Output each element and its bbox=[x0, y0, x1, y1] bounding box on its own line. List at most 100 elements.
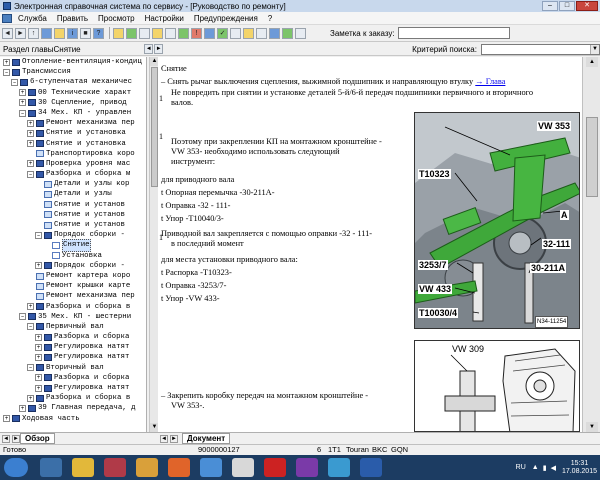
expand-icon[interactable]: + bbox=[27, 129, 34, 137]
tree-item[interactable]: + Снятие и установка bbox=[0, 128, 146, 138]
collapse-icon[interactable]: – bbox=[19, 313, 26, 321]
tree-item[interactable]: Ремонт механизма пер bbox=[0, 291, 146, 301]
tree-item[interactable]: + Порядок сборки - bbox=[0, 261, 146, 271]
taskbar-app-7[interactable] bbox=[328, 458, 350, 477]
order-note-input[interactable] bbox=[397, 27, 510, 39]
tree-item[interactable]: – Трансмиссия bbox=[0, 67, 146, 77]
tree-item[interactable]: – 34 Мех. КП - управлен bbox=[0, 108, 146, 118]
forward-icon[interactable]: ► bbox=[15, 27, 26, 39]
tree-item[interactable]: Снятие bbox=[0, 239, 146, 252]
search-icon[interactable] bbox=[230, 27, 241, 39]
collapse-icon[interactable]: – bbox=[27, 364, 34, 372]
tree-item[interactable]: + Ремонт механизма пер bbox=[0, 118, 146, 128]
tree-item[interactable]: – Разборка и сборка м bbox=[0, 169, 146, 179]
expand-icon[interactable]: + bbox=[35, 262, 42, 270]
star-icon[interactable] bbox=[243, 27, 254, 39]
tree-scrollbar[interactable]: ▲ ▼ bbox=[149, 57, 159, 432]
tree-item[interactable]: +30 Сцепление, привод bbox=[0, 98, 146, 108]
document-scroll-thumb[interactable] bbox=[586, 117, 598, 197]
expand-icon[interactable]: + bbox=[35, 354, 42, 362]
check-icon[interactable]: ✓ bbox=[217, 27, 228, 39]
expand-icon[interactable]: + bbox=[19, 99, 26, 107]
expand-icon[interactable]: + bbox=[19, 89, 26, 97]
tree-item[interactable]: – 35 Мех. КП - шестерни bbox=[0, 312, 146, 322]
collapse-icon[interactable]: – bbox=[3, 68, 10, 76]
menu-service[interactable]: Служба bbox=[13, 14, 52, 23]
expand-icon[interactable]: + bbox=[19, 404, 26, 412]
expand-icon[interactable]: + bbox=[35, 343, 42, 351]
tree-item[interactable]: + Регулировка натят bbox=[0, 383, 146, 393]
tool-icon[interactable] bbox=[178, 27, 189, 39]
info-icon[interactable]: i bbox=[67, 27, 78, 39]
tree-item[interactable]: +00 Технические характ bbox=[0, 88, 146, 98]
tree-item[interactable]: + Регулировка натят bbox=[0, 342, 146, 352]
collapse-icon[interactable]: – bbox=[11, 78, 18, 86]
alert-icon[interactable]: ! bbox=[191, 27, 202, 39]
note-icon[interactable] bbox=[152, 27, 163, 39]
expand-icon[interactable]: + bbox=[35, 384, 42, 392]
menu-warnings[interactable]: Предупреждения bbox=[189, 14, 263, 23]
taskbar-firefox[interactable] bbox=[168, 458, 190, 477]
tab-next-icon[interactable]: ► bbox=[170, 434, 178, 443]
tree-item[interactable]: + Ходовая часть bbox=[0, 414, 146, 424]
expand-icon[interactable]: + bbox=[27, 140, 34, 148]
up-icon[interactable]: ↑ bbox=[28, 27, 39, 39]
scroll-down-icon[interactable]: ▼ bbox=[586, 422, 598, 432]
collapse-icon[interactable]: – bbox=[35, 231, 42, 239]
tree-item[interactable]: +39 Главная передача, д bbox=[0, 403, 146, 413]
expand-icon[interactable]: + bbox=[3, 415, 10, 423]
tree-item[interactable]: Установка bbox=[0, 251, 146, 261]
maximize-button[interactable]: □ bbox=[559, 1, 575, 11]
menu-view[interactable]: Просмотр bbox=[93, 14, 140, 23]
tab-prev-icon[interactable]: ◄ bbox=[2, 434, 10, 443]
clock[interactable]: 15:31 17.08.2015 bbox=[562, 460, 597, 476]
tab-document[interactable]: Документ bbox=[182, 433, 231, 444]
stop-icon[interactable]: ■ bbox=[80, 27, 91, 39]
tree-item[interactable]: Транспортировка коро bbox=[0, 149, 146, 159]
chevron-down-icon[interactable]: ▼ bbox=[590, 44, 599, 54]
tree-item[interactable]: + Разборка и сборка в bbox=[0, 302, 146, 312]
close-button[interactable]: ✕ bbox=[576, 1, 598, 11]
table-icon[interactable] bbox=[126, 27, 137, 39]
help-icon[interactable]: ? bbox=[93, 27, 104, 39]
tab-overview[interactable]: Обзор bbox=[20, 433, 55, 444]
back-icon[interactable]: ◄ bbox=[2, 27, 13, 39]
bookmark-icon[interactable] bbox=[113, 27, 124, 39]
network-icon[interactable]: ▮ bbox=[543, 464, 547, 472]
folder-icon[interactable] bbox=[54, 27, 65, 39]
tree-item[interactable]: + Разборка и сборка в bbox=[0, 393, 146, 403]
menu-help[interactable]: ? bbox=[263, 14, 277, 23]
tree-item[interactable]: Снятие и установ bbox=[0, 200, 146, 210]
scroll-up-icon[interactable]: ▲ bbox=[586, 57, 598, 67]
minimize-button[interactable]: – bbox=[542, 1, 558, 11]
page-icon[interactable] bbox=[165, 27, 176, 39]
taskbar-app-3[interactable] bbox=[104, 458, 126, 477]
menu-settings[interactable]: Настройки bbox=[140, 14, 189, 23]
tree-item[interactable]: + Разборка и сборка bbox=[0, 332, 146, 342]
taskbar-app-5[interactable] bbox=[232, 458, 254, 477]
tree-item[interactable]: Снятие и установ bbox=[0, 220, 146, 230]
export-icon[interactable] bbox=[269, 27, 280, 39]
collapse-icon[interactable]: – bbox=[27, 323, 34, 331]
chapter-link[interactable]: → Глава bbox=[475, 77, 505, 86]
document-scrollbar[interactable]: ▲ ▼ bbox=[582, 57, 600, 432]
volume-icon[interactable]: ◀ bbox=[551, 464, 556, 472]
collapse-icon[interactable]: – bbox=[27, 170, 34, 178]
taskbar-app-6[interactable] bbox=[296, 458, 318, 477]
expand-icon[interactable]: + bbox=[27, 394, 34, 402]
start-button[interactable] bbox=[4, 458, 28, 477]
list-icon[interactable] bbox=[256, 27, 267, 39]
zoom-icon[interactable] bbox=[295, 27, 306, 39]
expand-icon[interactable]: + bbox=[35, 374, 42, 382]
tree-scroll-thumb[interactable] bbox=[151, 67, 158, 187]
tree-item[interactable]: Детали и узлы кор bbox=[0, 179, 146, 189]
next-section-icon[interactable]: ► bbox=[154, 44, 164, 54]
taskbar-app-4[interactable] bbox=[200, 458, 222, 477]
tab-next-icon[interactable]: ► bbox=[12, 434, 20, 443]
tree-item[interactable]: + Разборка и сборка bbox=[0, 373, 146, 383]
expand-icon[interactable]: + bbox=[27, 119, 34, 127]
taskbar-app-2[interactable] bbox=[72, 458, 94, 477]
tree-item[interactable]: – 6-ступенчатая механичес bbox=[0, 77, 146, 87]
menu-edit[interactable]: Править bbox=[52, 14, 93, 23]
tree-item[interactable]: + Регулировка натят bbox=[0, 352, 146, 362]
